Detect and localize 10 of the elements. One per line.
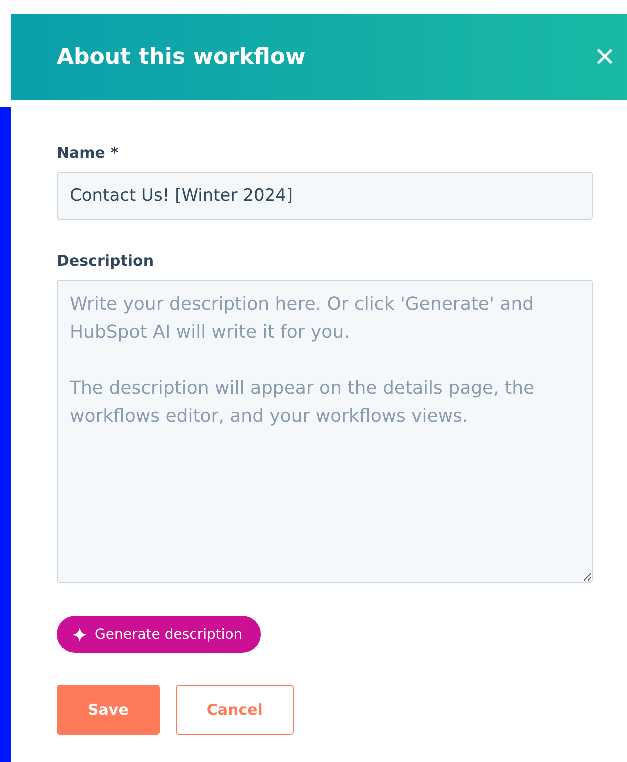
generate-button[interactable]: Generate description	[57, 616, 261, 653]
close-button[interactable]: ×	[595, 40, 615, 74]
panel-title: About this workflow	[57, 44, 306, 70]
cancel-button[interactable]: Cancel	[176, 685, 294, 735]
sparkle-icon	[73, 628, 87, 642]
field-label: Description	[57, 252, 156, 270]
name-field[interactable]: Contact Us! [Winter 2024]	[57, 172, 593, 220]
field-label: Name *	[57, 144, 120, 162]
description-field[interactable]: Write your description here. Or click 'Generate' and HubSpot AI will write it for you. The description will appear on the details page, the workflows editor, and your workflows views.	[57, 280, 593, 583]
save-button[interactable]: Save	[57, 685, 160, 735]
